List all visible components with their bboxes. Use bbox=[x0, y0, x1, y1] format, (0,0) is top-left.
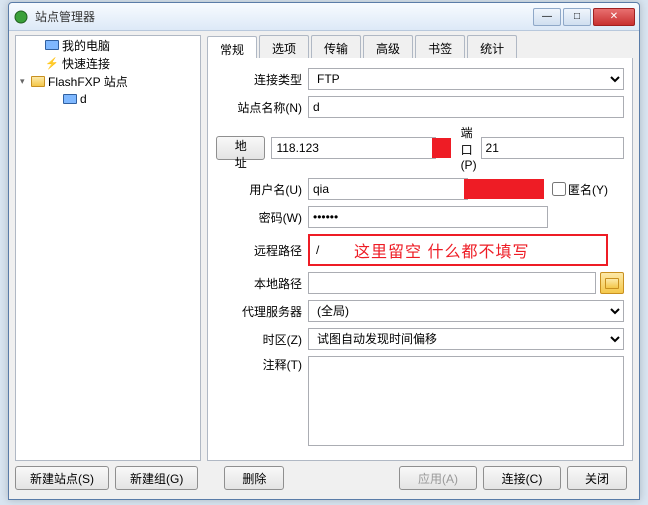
close-button[interactable]: ✕ bbox=[593, 8, 635, 26]
app-icon bbox=[13, 9, 29, 25]
delete-button[interactable]: 删除 bbox=[224, 466, 284, 490]
connection-type-label: 连接类型 bbox=[216, 71, 308, 88]
proxy-select[interactable]: (全局) bbox=[308, 300, 624, 322]
chevron-down-icon[interactable]: ▾ bbox=[20, 76, 30, 87]
tab-advanced[interactable]: 高级 bbox=[363, 35, 413, 58]
proxy-label: 代理服务器 bbox=[216, 303, 308, 320]
site-name-input[interactable] bbox=[308, 96, 624, 118]
remote-path-highlight: 这里留空 什么都不填写 bbox=[308, 234, 608, 266]
maximize-button[interactable]: □ bbox=[563, 8, 591, 26]
remote-path-label: 远程路径 bbox=[216, 242, 308, 259]
username-label: 用户名(U) bbox=[216, 181, 308, 198]
tree-item-quickconnect[interactable]: ⚡ 快速连接 bbox=[16, 54, 200, 72]
monitor-icon bbox=[62, 92, 78, 106]
monitor-icon bbox=[44, 38, 60, 52]
browse-folder-button[interactable] bbox=[600, 272, 624, 294]
port-label: 端口(P) bbox=[461, 124, 477, 172]
tree-item-flashfxp[interactable]: ▾ FlashFXP 站点 bbox=[16, 72, 200, 90]
remote-path-input[interactable] bbox=[312, 239, 340, 261]
folder-icon bbox=[605, 278, 619, 289]
anonymous-checkbox[interactable] bbox=[552, 182, 566, 196]
local-path-label: 本地路径 bbox=[216, 275, 308, 292]
tab-transfer[interactable]: 传输 bbox=[311, 35, 361, 58]
site-name-label: 站点名称(N) bbox=[216, 99, 308, 116]
redacted-block bbox=[432, 138, 450, 158]
notes-textarea[interactable] bbox=[308, 356, 624, 446]
timezone-label: 时区(Z) bbox=[216, 331, 308, 348]
tab-bookmarks[interactable]: 书签 bbox=[415, 35, 465, 58]
new-site-button[interactable]: 新建站点(S) bbox=[15, 466, 109, 490]
apply-button[interactable]: 应用(A) bbox=[399, 466, 477, 490]
minimize-button[interactable]: — bbox=[533, 8, 561, 26]
folder-icon bbox=[30, 74, 46, 88]
tab-strip: 常规 选项 传输 高级 书签 统计 bbox=[207, 35, 633, 59]
password-label: 密码(W) bbox=[216, 209, 308, 226]
tree-item-site-d[interactable]: d bbox=[16, 90, 200, 108]
new-group-button[interactable]: 新建组(G) bbox=[115, 466, 198, 490]
bolt-icon: ⚡ bbox=[44, 56, 60, 70]
timezone-select[interactable]: 试图自动发现时间偏移 bbox=[308, 328, 624, 350]
tree-label: FlashFXP 站点 bbox=[48, 73, 128, 90]
tree-label: d bbox=[80, 92, 87, 106]
connect-button[interactable]: 连接(C) bbox=[483, 466, 561, 490]
password-input[interactable] bbox=[308, 206, 548, 228]
tabs-container: 常规 选项 传输 高级 书签 统计 连接类型 FTP 站点名称(N) 地址 bbox=[207, 35, 633, 461]
address-button[interactable]: 地址 bbox=[216, 136, 265, 160]
port-input[interactable] bbox=[481, 137, 624, 159]
tab-body-general: 连接类型 FTP 站点名称(N) 地址 端口(P) 用户名(U) bbox=[207, 58, 633, 461]
tree-item-mycomputer[interactable]: 我的电脑 bbox=[16, 36, 200, 54]
tab-stats[interactable]: 统计 bbox=[467, 35, 517, 58]
tab-general[interactable]: 常规 bbox=[207, 36, 257, 59]
window-title: 站点管理器 bbox=[35, 8, 533, 25]
notes-label: 注释(T) bbox=[216, 356, 308, 373]
titlebar[interactable]: 站点管理器 — □ ✕ bbox=[9, 3, 639, 31]
site-tree[interactable]: 我的电脑 ⚡ 快速连接 ▾ FlashFXP 站点 d bbox=[15, 35, 201, 461]
redacted-block bbox=[464, 179, 544, 199]
remote-path-annotation: 这里留空 什么都不填写 bbox=[354, 238, 529, 262]
close-window-button[interactable]: 关闭 bbox=[567, 466, 627, 490]
tab-options[interactable]: 选项 bbox=[259, 35, 309, 58]
username-input[interactable] bbox=[308, 178, 468, 200]
connection-type-select[interactable]: FTP bbox=[308, 68, 624, 90]
bottom-toolbar: 新建站点(S) 新建组(G) 删除 应用(A) 连接(C) 关闭 bbox=[15, 463, 633, 493]
anonymous-checkbox-label[interactable]: 匿名(Y) bbox=[552, 181, 608, 198]
tree-label: 快速连接 bbox=[62, 55, 110, 72]
address-input[interactable] bbox=[271, 137, 436, 159]
local-path-input[interactable] bbox=[308, 272, 596, 294]
tree-label: 我的电脑 bbox=[62, 37, 110, 54]
site-manager-window: 站点管理器 — □ ✕ 我的电脑 ⚡ 快速连接 ▾ FlashFXP 站点 bbox=[8, 2, 640, 500]
